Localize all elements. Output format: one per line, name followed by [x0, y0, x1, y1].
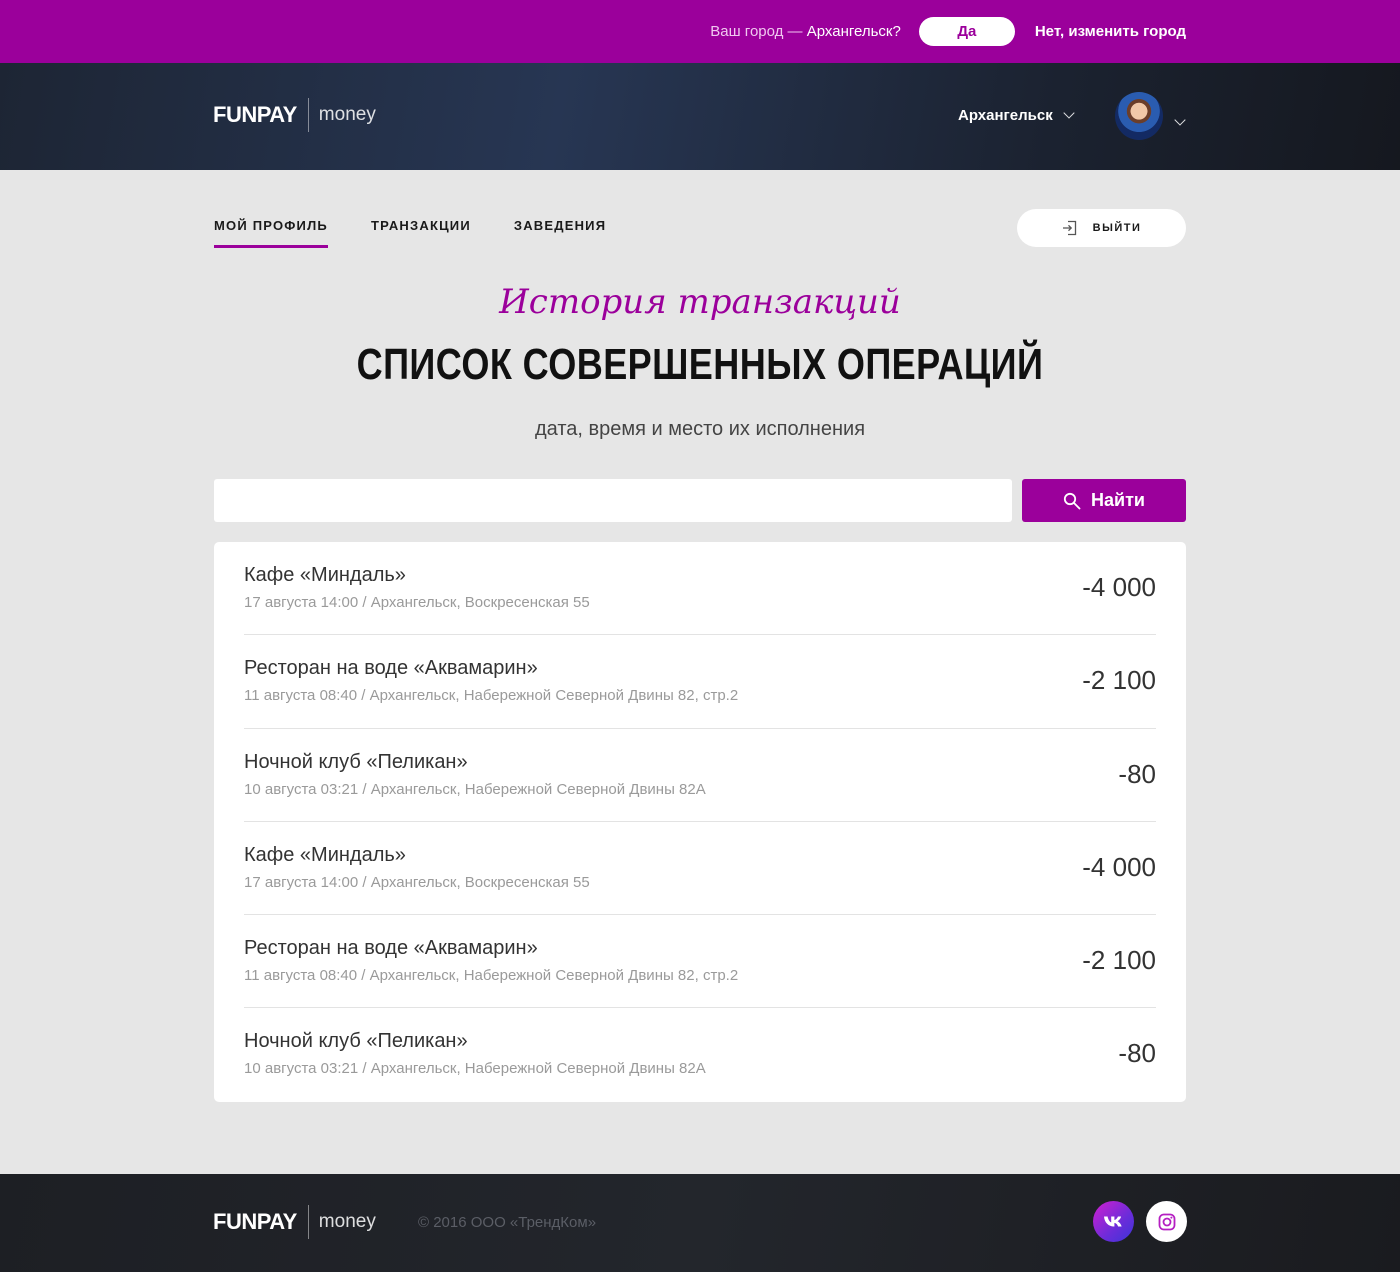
- transaction-place: Кафе «Миндаль»: [244, 843, 406, 866]
- search-input[interactable]: [214, 479, 1012, 522]
- transaction-amount: -2 100: [1082, 945, 1156, 976]
- transaction-row[interactable]: Ночной клуб «Пеликан» 10 августа 03:21 /…: [244, 1008, 1156, 1101]
- logout-label: ВЫЙТИ: [1092, 222, 1142, 234]
- vk-link[interactable]: [1093, 1201, 1134, 1242]
- city-dropdown[interactable]: Архангельск: [958, 107, 1075, 124]
- page-subtitle: дата, время и место их исполнения: [534, 418, 866, 440]
- transaction-meta: 11 августа 08:40 / Архангельск, Набережн…: [244, 687, 739, 705]
- transaction-amount: -4 000: [1082, 572, 1156, 602]
- header-logo[interactable]: FUNPAY money: [213, 98, 376, 132]
- confirm-city-button[interactable]: Да: [918, 17, 1015, 46]
- instagram-icon: [1158, 1213, 1175, 1230]
- transaction-amount: -80: [1118, 758, 1156, 789]
- transaction-row[interactable]: Ресторан на воде «Аквамарин» 11 августа …: [244, 635, 1156, 729]
- tab-transactions[interactable]: ТРАНЗАКЦИИ: [371, 218, 471, 242]
- logo-sub: money: [318, 104, 376, 125]
- transaction-place: Ночной клуб «Пеликан»: [244, 750, 468, 773]
- profile-nav: МОЙ ПРОФИЛЬ ТРАНЗАКЦИИ ЗАВЕДЕНИЯ: [214, 218, 649, 248]
- city-question: Ваш город — Архангельск?: [710, 23, 901, 40]
- logo-brand: FUNPAY: [213, 1209, 297, 1234]
- logo-divider: [307, 1205, 309, 1239]
- transaction-row[interactable]: Ночной клуб «Пеликан» 10 августа 03:21 /…: [244, 729, 1156, 822]
- transaction-meta: 11 августа 08:40 / Архангельск, Набережн…: [244, 967, 739, 985]
- logout-icon: [1062, 220, 1076, 236]
- transaction-meta: 10 августа 03:21 / Архангельск, Набережн…: [244, 780, 706, 798]
- transaction-place: Ресторан на воде «Аквамарин»: [244, 937, 538, 960]
- transaction-place: Кафе «Миндаль»: [244, 564, 406, 586]
- logo-brand: FUNPAY: [213, 102, 297, 127]
- logout-button[interactable]: ВЫЙТИ: [1017, 209, 1186, 247]
- change-city-link[interactable]: Нет, изменить город: [1035, 23, 1186, 40]
- transaction-row[interactable]: Кафе «Миндаль» 17 августа 14:00 / Арханг…: [244, 542, 1156, 636]
- instagram-link[interactable]: [1146, 1201, 1187, 1242]
- transaction-meta: 17 августа 14:00 / Архангельск, Воскресе…: [244, 873, 590, 891]
- search-button-label: Найти: [1091, 490, 1145, 510]
- site-footer: FUNPAY money © 2016 ООО «ТрендКом»: [0, 1174, 1400, 1272]
- footer-logo[interactable]: FUNPAY money: [213, 1205, 376, 1239]
- profile-menu-button[interactable]: [1174, 111, 1186, 129]
- transaction-amount: -2 100: [1082, 665, 1156, 696]
- transaction-row[interactable]: Ресторан на воде «Аквамарин» 11 августа …: [244, 915, 1156, 1009]
- chevron-down-icon: [1174, 114, 1186, 126]
- copyright: © 2016 ООО «ТрендКом»: [418, 1214, 597, 1231]
- transaction-place: Ресторан на воде «Аквамарин»: [244, 657, 538, 680]
- city-question-city: Архангельск?: [806, 23, 901, 40]
- transaction-row[interactable]: Кафе «Миндаль» 17 августа 14:00 / Арханг…: [244, 822, 1156, 916]
- transaction-meta: 10 августа 03:21 / Архангельск, Набережн…: [244, 1060, 706, 1078]
- logo-divider: [307, 98, 309, 132]
- tab-venues[interactable]: ЗАВЕДЕНИЯ: [514, 218, 606, 242]
- search-icon: [1063, 492, 1081, 509]
- page-title: СПИСОК СОВЕРШЕННЫХ ОПЕРАЦИЙ: [356, 340, 1044, 389]
- chevron-down-icon: [1063, 107, 1075, 119]
- transaction-place: Ночной клуб «Пеликан»: [244, 1030, 468, 1053]
- city-dropdown-label: Архангельск: [958, 107, 1053, 124]
- transaction-amount: -4 000: [1082, 851, 1156, 882]
- vk-icon: [1103, 1216, 1122, 1226]
- transaction-meta: 17 августа 14:00 / Архангельск, Воскресе…: [244, 594, 590, 611]
- site-header: FUNPAY money Архангельск: [0, 63, 1400, 170]
- transactions-list: Кафе «Миндаль» 17 августа 14:00 / Арханг…: [214, 542, 1186, 1102]
- transaction-amount: -80: [1118, 1038, 1156, 1069]
- city-confirm-bar: Ваш город — Архангельск? Да Нет, изменит…: [0, 0, 1400, 63]
- search-button[interactable]: Найти: [1022, 479, 1186, 522]
- logo-sub: money: [318, 1211, 376, 1232]
- script-title: История транзакций: [499, 282, 901, 322]
- avatar[interactable]: [1115, 92, 1163, 140]
- tab-my-profile[interactable]: МОЙ ПРОФИЛЬ: [214, 218, 328, 248]
